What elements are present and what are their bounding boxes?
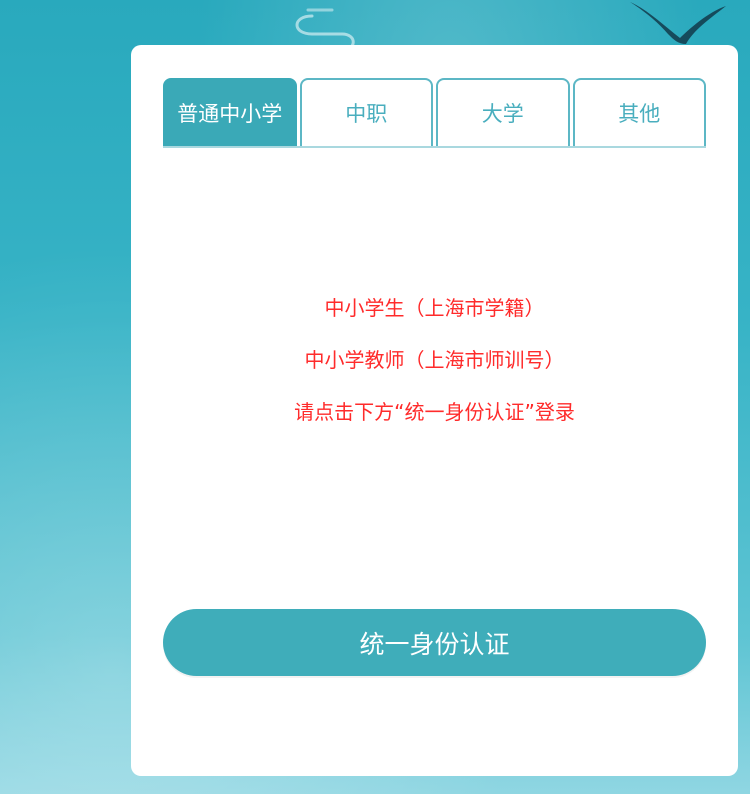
bird-decoration-icon <box>630 2 726 44</box>
tab-bar: 普通中小学 中职 大学 其他 <box>163 78 706 148</box>
login-card: 普通中小学 中职 大学 其他 中小学生（上海市学籍） 中小学教师（上海市师训号）… <box>131 45 738 776</box>
notice-line-instruction: 请点击下方“统一身份认证”登录 <box>294 400 575 424</box>
notice-line-teachers: 中小学教师（上海市师训号） <box>304 348 565 372</box>
tab-university[interactable]: 大学 <box>436 78 570 148</box>
login-notice: 中小学生（上海市学籍） 中小学教师（上海市师训号） 请点击下方“统一身份认证”登… <box>131 282 738 438</box>
tab-underline <box>163 146 706 148</box>
tab-primary-secondary-school[interactable]: 普通中小学 <box>163 78 297 148</box>
unified-auth-button[interactable]: 统一身份认证 <box>163 609 706 676</box>
tab-vocational[interactable]: 中职 <box>299 78 433 148</box>
tab-other[interactable]: 其他 <box>572 78 706 148</box>
notice-line-students: 中小学生（上海市学籍） <box>324 296 545 320</box>
